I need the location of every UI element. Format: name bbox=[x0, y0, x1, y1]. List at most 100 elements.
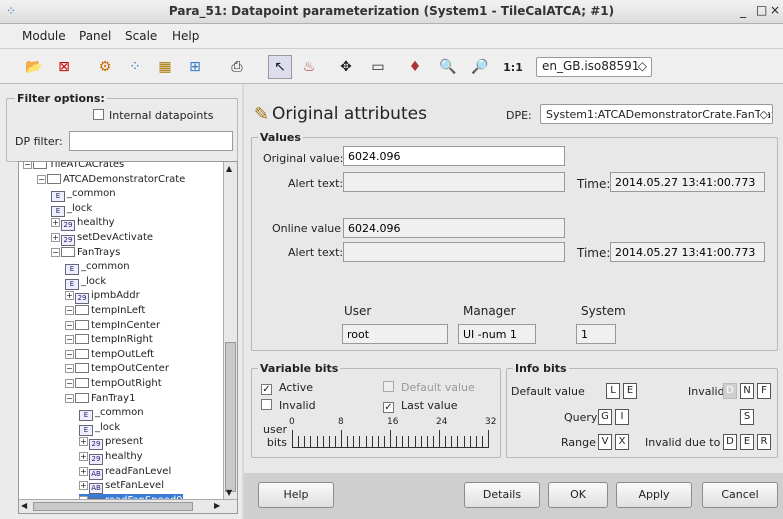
ruler-baseline bbox=[292, 447, 488, 448]
open-icon[interactable]: 📂 bbox=[22, 55, 46, 79]
scroll-left-icon[interactable]: ◀ bbox=[21, 501, 27, 510]
tree-item-label: _lock bbox=[95, 421, 121, 433]
zoom-out-icon[interactable]: 🔎 bbox=[468, 55, 492, 79]
tree-item[interactable]: E _common bbox=[65, 260, 130, 276]
bits-ruler[interactable]: 0 8 16 24 32 bbox=[289, 417, 496, 450]
expand-icon[interactable]: − bbox=[65, 379, 74, 388]
tree-item[interactable]: − tempInRight bbox=[65, 333, 153, 347]
default-value-label: Default value bbox=[401, 381, 475, 394]
tree-item[interactable]: − FanTray1 bbox=[65, 392, 135, 406]
expand-icon[interactable]: − bbox=[65, 335, 74, 345]
crosshair-icon[interactable]: ♦ bbox=[403, 55, 427, 79]
expand-icon[interactable]: + bbox=[65, 291, 74, 301]
minimize-icon[interactable]: _ bbox=[740, 4, 746, 18]
tree-item-label: FanTray1 bbox=[91, 392, 136, 404]
tree-item[interactable]: +29 setDevActivate bbox=[51, 231, 153, 246]
expand-icon[interactable]: + bbox=[79, 437, 88, 447]
tool-icon[interactable]: ♨ bbox=[297, 55, 321, 79]
expand-icon[interactable]: − bbox=[65, 364, 74, 374]
expand-icon[interactable]: + bbox=[79, 466, 88, 476]
expand-icon[interactable]: + bbox=[79, 481, 88, 491]
image-icon[interactable]: ▦ bbox=[153, 55, 177, 79]
expand-icon[interactable]: + bbox=[79, 452, 88, 461]
help-button[interactable]: Help bbox=[258, 482, 334, 508]
expand-icon[interactable]: − bbox=[65, 393, 74, 403]
menu-panel[interactable]: Panel bbox=[79, 29, 111, 43]
zoom-in-icon[interactable]: 🔍 bbox=[436, 55, 460, 79]
scroll-down-icon[interactable]: ▼ bbox=[226, 488, 232, 497]
tree-item[interactable]: E _lock bbox=[65, 275, 106, 290]
expand-icon[interactable]: − bbox=[65, 306, 74, 315]
tree-item[interactable]: − TileATCACrates bbox=[23, 162, 124, 172]
settings-icon[interactable]: ⚙ bbox=[93, 55, 117, 79]
scroll-right-icon[interactable]: ▶ bbox=[214, 501, 220, 510]
tree-vscrollbar[interactable]: ▲ ▼ bbox=[223, 162, 237, 501]
frame-icon[interactable]: ▭ bbox=[366, 55, 390, 79]
tree-item[interactable]: − tempInCenter bbox=[65, 319, 160, 333]
expand-icon[interactable]: + bbox=[51, 233, 60, 242]
tree-icon[interactable]: ⁘ bbox=[123, 55, 147, 79]
locale-select[interactable]: en_GB.iso88591 ◇ bbox=[536, 57, 652, 77]
menu-scale[interactable]: Scale bbox=[125, 29, 157, 43]
print-icon[interactable]: ⎙ bbox=[225, 55, 249, 79]
scroll-thumb[interactable] bbox=[225, 342, 236, 492]
datapoint-type-icon: E bbox=[65, 264, 79, 276]
tree-item[interactable]: E _common bbox=[51, 187, 116, 203]
network-icon[interactable]: ⊞ bbox=[183, 55, 207, 79]
tree-hscrollbar[interactable]: ◀ ▶ bbox=[19, 499, 237, 513]
datapoint-type-icon: 29 bbox=[89, 454, 103, 465]
internal-checkbox[interactable] bbox=[93, 109, 104, 122]
expand-icon[interactable]: − bbox=[65, 320, 74, 330]
ok-button[interactable]: OK bbox=[548, 482, 608, 508]
maximize-icon[interactable]: □ bbox=[756, 3, 767, 17]
cancel-button[interactable]: Cancel bbox=[702, 482, 778, 508]
spinner-icon: ◇ bbox=[759, 108, 768, 121]
default-L-box: L bbox=[606, 383, 620, 399]
tree-item[interactable]: − tempInLeft bbox=[65, 304, 145, 318]
last-value-checkbox[interactable]: ✓ bbox=[383, 399, 394, 413]
active-checkbox[interactable]: ✓ bbox=[261, 381, 272, 395]
dp-filter-input[interactable] bbox=[69, 131, 233, 151]
tree-item[interactable]: +29 healthy bbox=[51, 216, 115, 232]
details-button[interactable]: Details bbox=[464, 482, 540, 508]
invalid-info-label: Invalid bbox=[688, 385, 725, 398]
dpe-select[interactable]: System1:ATCADemonstratorCrate.FanTrays ◇ bbox=[540, 104, 773, 124]
variable-bits-title: Variable bits bbox=[258, 362, 341, 375]
tree-item[interactable]: − ATCADemonstratorCrate bbox=[37, 173, 185, 187]
menu-help[interactable]: Help bbox=[172, 29, 199, 43]
tree-item[interactable]: + AB setFanLevel bbox=[79, 479, 164, 495]
invalid-checkbox[interactable] bbox=[261, 399, 272, 412]
scroll-up-icon[interactable]: ▲ bbox=[226, 164, 232, 173]
original-value-input[interactable] bbox=[343, 146, 565, 166]
close-panel-icon[interactable]: ⊠ bbox=[52, 55, 76, 79]
tree-item[interactable]: E _lock bbox=[51, 202, 92, 217]
page-title: Original attributes bbox=[272, 104, 427, 124]
pointer-icon[interactable]: ↖ bbox=[268, 55, 292, 79]
expand-icon[interactable]: + bbox=[51, 218, 60, 228]
apply-button[interactable]: Apply bbox=[616, 482, 692, 508]
menu-module[interactable]: Module bbox=[22, 29, 66, 43]
tree-item[interactable]: +29 healthy bbox=[79, 450, 143, 465]
datapoint-tree[interactable]: − TileATCACrates − ATCADemonstratorCrate E _c… bbox=[18, 161, 238, 514]
close-icon[interactable]: × bbox=[770, 3, 780, 17]
expand-icon[interactable]: − bbox=[23, 162, 32, 169]
tree-item[interactable]: E _lock bbox=[79, 421, 121, 436]
expand-icon[interactable]: − bbox=[37, 174, 46, 184]
tree-item[interactable]: E _common bbox=[79, 406, 144, 422]
tree-item[interactable]: +29 present bbox=[79, 435, 143, 451]
ruler-tick-label: 8 bbox=[338, 417, 344, 427]
tree-item[interactable]: − FanTrays bbox=[51, 246, 120, 260]
range-X-box: X bbox=[615, 434, 629, 450]
tree-item[interactable]: − tempOutRight bbox=[65, 377, 162, 391]
zoom-reset-button[interactable]: 1:1 bbox=[501, 55, 525, 79]
hscroll-thumb[interactable] bbox=[33, 502, 193, 511]
spinner-icon: ◇ bbox=[637, 59, 647, 73]
user-field bbox=[342, 324, 448, 344]
expand-icon[interactable]: − bbox=[65, 349, 74, 359]
tree-item[interactable]: +29 ipmbAddr bbox=[65, 289, 140, 305]
expand-icon[interactable]: − bbox=[51, 247, 60, 257]
tree-item[interactable]: − tempOutCenter bbox=[65, 362, 169, 376]
tree-item[interactable]: − tempOutLeft bbox=[65, 348, 154, 362]
move-icon[interactable]: ✥ bbox=[334, 55, 358, 79]
tree-item[interactable]: + AB readFanLevel bbox=[79, 465, 171, 480]
